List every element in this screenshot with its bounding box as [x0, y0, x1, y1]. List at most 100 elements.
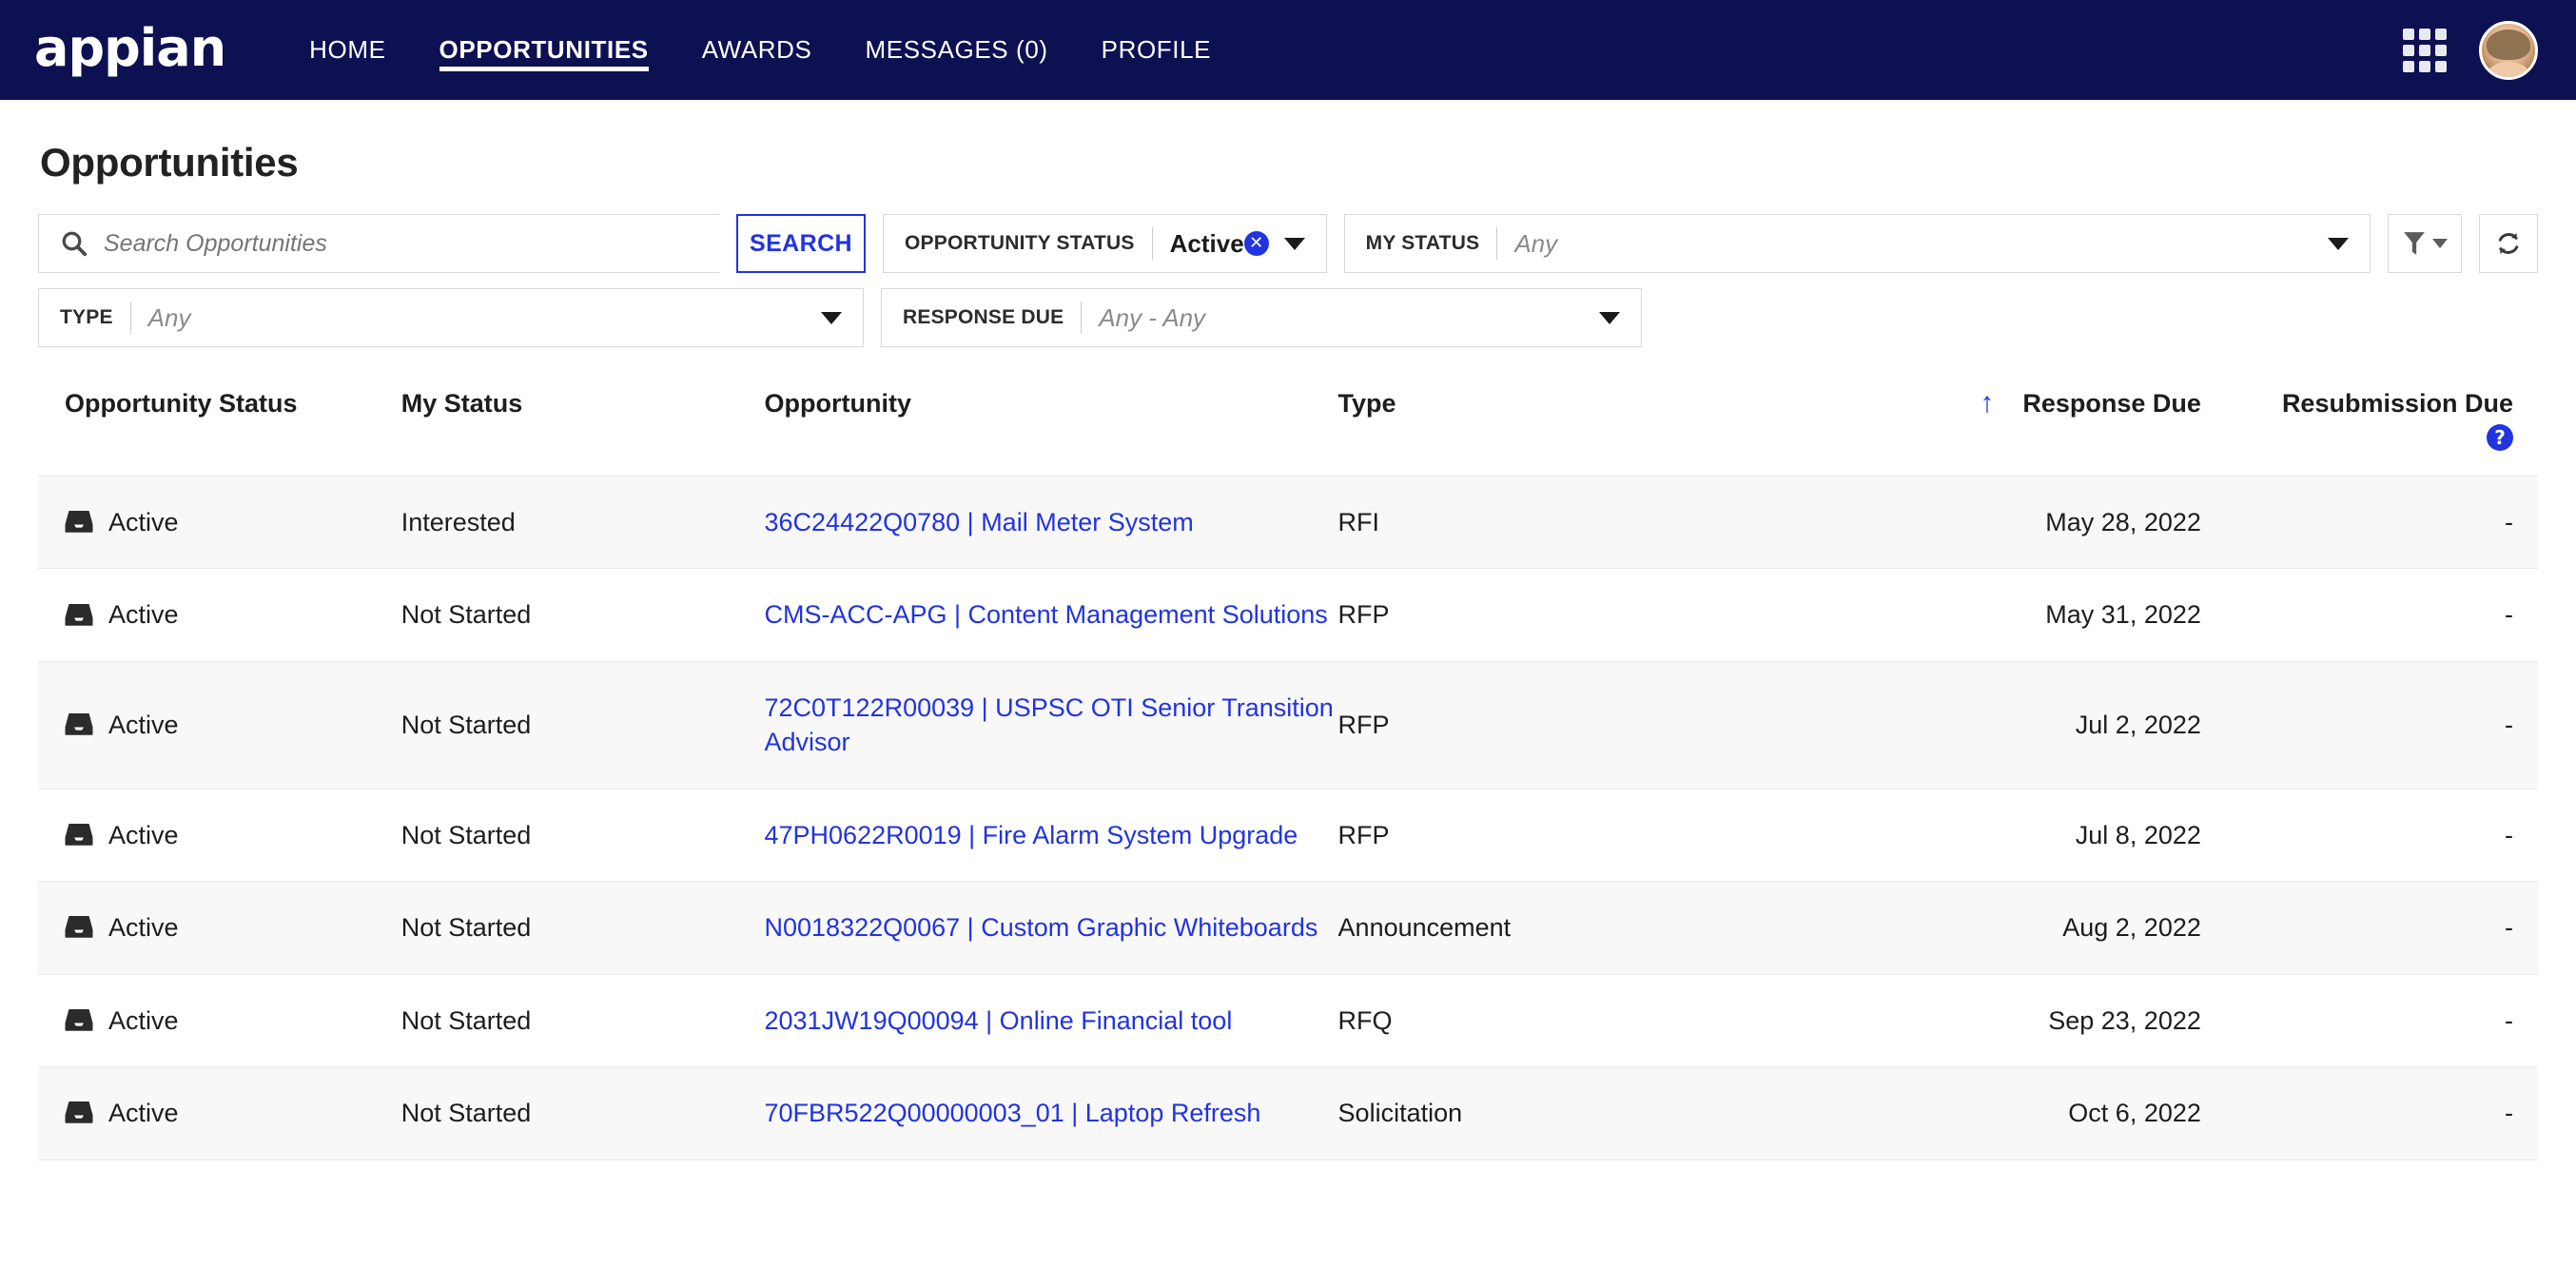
table-header-row: Opportunity Status My Status Opportunity…: [38, 362, 2538, 477]
my-status-filter[interactable]: MY STATUS Any: [1343, 214, 2371, 273]
cell-opportunity-status: Active: [38, 477, 401, 569]
column-header-my-status[interactable]: My Status: [400, 362, 765, 477]
my-status-value: Any: [1514, 228, 1558, 258]
refresh-icon: [2498, 233, 2519, 254]
opportunity-link[interactable]: CMS-ACC-APG | Content Management Solutio…: [765, 600, 1328, 629]
sort-ascending-icon[interactable]: ↑: [1980, 389, 1994, 418]
help-icon[interactable]: ?: [2487, 424, 2513, 451]
cell-my-status: Not Started: [400, 1099, 532, 1128]
opportunity-status-text: Active: [108, 1099, 179, 1128]
field-divider: [1496, 227, 1498, 260]
column-header-response-due[interactable]: ↑ Response Due: [1759, 362, 2201, 477]
cell-type: RFI: [1337, 508, 1380, 536]
cell-type: RFP: [1337, 711, 1390, 740]
table-row[interactable]: Active Not Started 70FBR522Q00000003_01 …: [38, 1066, 2538, 1160]
clear-icon[interactable]: ✕: [1243, 231, 1269, 256]
cell-opportunity: N0018322Q0067 | Custom Graphic Whiteboar…: [765, 882, 1338, 974]
table-row[interactable]: Active Not Started CMS-ACC-APG | Content…: [38, 569, 2538, 662]
search-button[interactable]: SEARCH: [736, 214, 866, 273]
column-header-type[interactable]: Type: [1337, 362, 1760, 477]
field-divider: [129, 302, 131, 334]
my-status-label: MY STATUS: [1365, 232, 1480, 254]
inbox-icon: [65, 712, 93, 737]
column-header-response-due-label: Response Due: [2022, 389, 2201, 418]
chevron-down-icon[interactable]: [2328, 237, 2349, 250]
search-input[interactable]: [104, 229, 698, 258]
response-due-filter[interactable]: RESPONSE DUE Any - Any: [881, 288, 1642, 347]
opportunity-status-actions: ✕: [1243, 231, 1305, 256]
nav-link-profile[interactable]: PROFILE: [1075, 0, 1238, 100]
cell-response-due: Jul 2, 2022: [2075, 711, 2201, 740]
cell-opportunity: CMS-ACC-APG | Content Management Solutio…: [765, 569, 1338, 661]
cell-resubmission-due: -: [2505, 711, 2513, 740]
opportunity-status-text: Active: [108, 508, 179, 536]
user-avatar[interactable]: [2479, 20, 2538, 80]
nav-link-opportunities[interactable]: OPPORTUNITIES: [413, 0, 675, 100]
cell-my-status: Not Started: [400, 820, 532, 849]
cell-opportunity-status: Active: [38, 789, 401, 881]
column-header-resubmission-due[interactable]: Resubmission Due ?: [2200, 362, 2538, 477]
cell-type: RFP: [1337, 600, 1390, 630]
cell-resubmission-due: -: [2505, 1005, 2513, 1035]
table-header: Opportunity Status My Status Opportunity…: [38, 362, 2538, 477]
table-row[interactable]: Active Not Started 2031JW19Q00094 | Onli…: [38, 974, 2538, 1067]
apps-grid-icon[interactable]: [2403, 28, 2447, 72]
cell-my-status: Not Started: [400, 913, 532, 943]
opportunity-link[interactable]: 47PH0622R0019 | Fire Alarm System Upgrad…: [765, 821, 1298, 849]
cell-my-status: Not Started: [400, 1005, 532, 1035]
opportunity-link[interactable]: 36C24422Q0780 | Mail Meter System: [765, 508, 1194, 536]
column-header-resubmission-due-label: Resubmission Due: [2281, 389, 2513, 418]
chevron-down-icon[interactable]: [1283, 237, 1305, 250]
cell-type: Solicitation: [1337, 1099, 1463, 1128]
response-due-label: RESPONSE DUE: [903, 306, 1064, 328]
cell-opportunity: 47PH0622R0019 | Fire Alarm System Upgrad…: [765, 789, 1338, 881]
opportunity-link[interactable]: N0018322Q0067 | Custom Graphic Whiteboar…: [765, 913, 1318, 942]
opportunity-status-filter[interactable]: OPPORTUNITY STATUS Active ✕: [883, 214, 1327, 273]
cell-opportunity-status: Active: [38, 974, 401, 1066]
cell-opportunity-status: Active: [38, 569, 401, 661]
table-row[interactable]: Active Interested 36C24422Q0780 | Mail M…: [38, 476, 2538, 569]
inbox-icon: [65, 1101, 93, 1125]
cell-opportunity-status: Active: [38, 661, 401, 789]
nav-link-awards[interactable]: AWARDS: [675, 0, 839, 100]
nav-link-messages[interactable]: MESSAGES (0): [839, 0, 1075, 100]
table-row[interactable]: Active Not Started N0018322Q0067 | Custo…: [38, 881, 2538, 975]
table-row[interactable]: Active Not Started 72C0T122R00039 | USPS…: [38, 661, 2538, 789]
search-field[interactable]: [38, 214, 719, 273]
opportunity-link[interactable]: 2031JW19Q00094 | Online Financial tool: [765, 1006, 1233, 1035]
cell-resubmission-due: -: [2505, 1099, 2513, 1128]
cell-response-due: Aug 2, 2022: [2062, 913, 2201, 943]
refresh-button[interactable]: [2479, 214, 2538, 273]
filter-funnel-icon: [2404, 232, 2425, 255]
chevron-down-icon[interactable]: [821, 311, 842, 324]
column-header-opportunity-status[interactable]: Opportunity Status: [38, 362, 401, 477]
table-row[interactable]: Active Not Started 47PH0622R0019 | Fire …: [38, 789, 2538, 882]
top-navigation-bar: appian HOME OPPORTUNITIES AWARDS MESSAGE…: [0, 0, 2576, 100]
nav-right-actions: [2403, 20, 2538, 80]
cell-resubmission-due: -: [2505, 508, 2513, 536]
opportunity-link[interactable]: 72C0T122R00039 | USPSC OTI Senior Transi…: [765, 693, 1334, 756]
cell-opportunity-status: Active: [38, 1067, 401, 1160]
opportunity-status-text: Active: [108, 600, 179, 630]
appian-logo[interactable]: appian: [34, 22, 226, 74]
table-body: Active Interested 36C24422Q0780 | Mail M…: [38, 476, 2538, 1160]
type-filter[interactable]: TYPE Any: [38, 288, 864, 347]
filter-row-primary: SEARCH OPPORTUNITY STATUS Active ✕ MY ST…: [38, 214, 2538, 273]
cell-type: RFQ: [1337, 1005, 1393, 1035]
chevron-down-icon[interactable]: [1599, 311, 1620, 324]
page-content: Opportunities SEARCH OPPORTUNITY STATUS …: [0, 100, 2576, 1160]
opportunities-table: Opportunity Status My Status Opportunity…: [38, 362, 2538, 1160]
opportunity-status-value: Active: [1169, 228, 1244, 258]
chevron-down-icon: [2432, 239, 2448, 248]
column-header-opportunity[interactable]: Opportunity: [764, 362, 1338, 477]
cell-type: RFP: [1337, 820, 1390, 849]
filter-row-secondary: TYPE Any RESPONSE DUE Any - Any: [38, 288, 2538, 347]
nav-link-home[interactable]: HOME: [283, 0, 412, 100]
cell-opportunity: 2031JW19Q00094 | Online Financial tool: [765, 974, 1338, 1066]
type-value: Any: [147, 302, 191, 332]
response-due-value: Any - Any: [1099, 302, 1206, 332]
opportunity-link[interactable]: 70FBR522Q00000003_01 | Laptop Refresh: [765, 1099, 1261, 1127]
cell-response-due: Jul 8, 2022: [2075, 820, 2201, 849]
filter-button[interactable]: [2388, 214, 2462, 273]
type-actions: [821, 311, 842, 324]
